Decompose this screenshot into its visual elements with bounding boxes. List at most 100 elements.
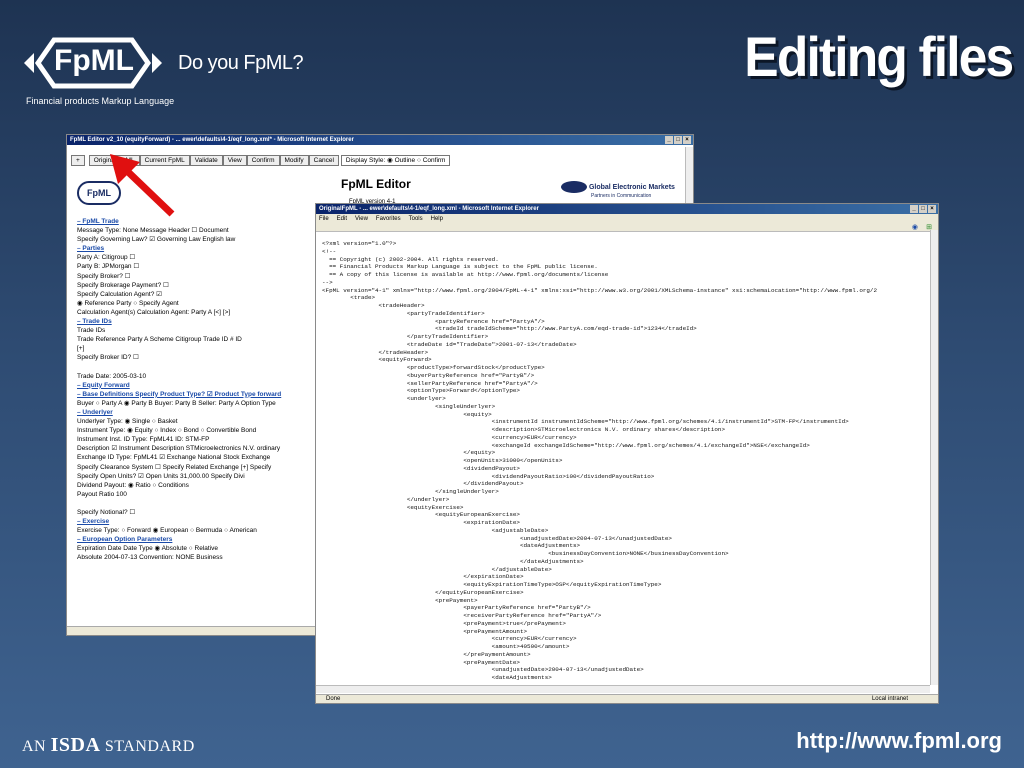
editor-form-line[interactable]: Specify Brokerage Payment? ☐	[77, 281, 317, 290]
status-done: Done	[326, 696, 341, 702]
xml-line: <dividendPayoutRatio>100</dividendPayout…	[322, 472, 655, 480]
menu-edit[interactable]: Edit	[337, 216, 347, 222]
editor-form-line[interactable]: Trade IDs	[77, 326, 317, 335]
xml-line: <unadjustedDate>2004-07-13</unadjustedDa…	[322, 666, 644, 674]
editor-form-line[interactable]: Buyer ○ Party A ◉ Party B Buyer: Party B…	[77, 399, 317, 408]
xml-line: <description>STMicroelectronics N.V. ord…	[322, 426, 725, 433]
maximize-icon[interactable]: □	[919, 205, 927, 213]
tagline: Do you FpML?	[178, 52, 304, 74]
editor-form: – FpML Trade Message Type: None Message H…	[77, 217, 317, 563]
partner-logo: Global Electronic Markets Partners in Co…	[561, 181, 675, 199]
xml-line: </expirationDate>	[322, 573, 524, 581]
editor-form-line[interactable]: Specify Calculation Agent? ☑	[77, 290, 317, 299]
editor-form-line[interactable]: – European Option Parameters	[77, 535, 317, 544]
editor-form-line[interactable]: – Base Definitions Specify Product Type?…	[77, 390, 317, 399]
editor-form-line[interactable]: Trade Reference Party A Scheme Citigroup…	[77, 335, 317, 344]
isda-prefix: AN	[22, 738, 47, 755]
editor-form-line[interactable]: Instrument Type: ◉ Equity ○ Index ○ Bond…	[77, 426, 317, 435]
original-scrollbar-vertical[interactable]	[930, 230, 938, 685]
isda-standard: AN ISDA STANDARD	[22, 734, 195, 757]
footer-url[interactable]: http://www.fpml.org	[796, 728, 1002, 754]
editor-form-line[interactable]: – Parties	[77, 244, 317, 253]
editor-form-line[interactable]: Description ☑ Instrument Description STM…	[77, 444, 317, 453]
toolbar-view-button[interactable]: View	[222, 155, 247, 166]
partner-sub: Partners in Communication	[591, 193, 652, 199]
editor-form-line[interactable]: ◉ Reference Party ○ Specify Agent	[77, 299, 317, 308]
editor-form-line[interactable]	[77, 363, 317, 372]
toolbar-confirm-button[interactable]: Confirm	[246, 155, 280, 166]
close-icon[interactable]: ×	[683, 136, 691, 144]
toolbar-expand-button[interactable]: +	[71, 155, 85, 166]
display-outline-radio[interactable]: Outline	[395, 157, 416, 164]
xml-line: -->	[322, 278, 333, 286]
editor-form-line[interactable]: Dividend Payout: ◉ Ratio ○ Conditions	[77, 481, 317, 490]
display-style-label: Display Style:	[345, 157, 386, 164]
editor-form-line[interactable]: Exchange ID Type: FpML41 ☑ Exchange Nati…	[77, 453, 317, 462]
editor-form-line[interactable]: Party A: Citigroup ☐	[77, 253, 317, 262]
logo-text: FpML	[54, 44, 134, 77]
xml-line: </prePaymentAmount>	[322, 650, 531, 658]
xml-line: <currency>EUR</currency>	[322, 635, 577, 643]
xml-line: </underlyer>	[322, 495, 450, 503]
ie-icon[interactable]: ◉	[912, 223, 918, 231]
editor-form-line[interactable]: Absolute 2004-07-13 Convention: NONE Bus…	[77, 553, 317, 562]
editor-form-line[interactable]: Instrument Inst. ID Type: FpML41 ID: STM…	[77, 435, 317, 444]
xml-line: </equity>	[322, 449, 496, 457]
editor-form-line[interactable]	[77, 499, 317, 508]
xml-line: <equityExercise>	[322, 503, 464, 511]
toolbar-validate-button[interactable]: Validate	[189, 155, 223, 166]
partner-name: Global Electronic Markets	[588, 183, 675, 191]
xml-line: <dateAdjustments>	[322, 674, 552, 681]
editor-form-line[interactable]: Payout Ratio 100	[77, 490, 317, 499]
original-statusbar: Done Local intranet	[316, 694, 938, 703]
xml-line: <prePaymentDate>	[322, 658, 520, 666]
menu-view[interactable]: View	[355, 216, 368, 222]
original-scrollbar-horizontal[interactable]	[316, 685, 930, 693]
editor-form-line[interactable]: – Underlyer	[77, 408, 317, 417]
editor-form-line[interactable]: Calculation Agent(s) Calculation Agent: …	[77, 308, 317, 317]
xml-line: </partyTradeIdentifier>	[322, 333, 489, 340]
menu-favorites[interactable]: Favorites	[376, 216, 401, 222]
xml-line: == A copy of this license is available a…	[322, 271, 609, 278]
editor-form-line[interactable]: – Equity Forward	[77, 381, 317, 390]
menu-help[interactable]: Help	[431, 216, 443, 222]
minimize-icon[interactable]: _	[665, 136, 673, 144]
editor-form-line[interactable]: Underlyer Type: ◉ Single ○ Basket	[77, 417, 317, 426]
xml-line: <instrumentId instrumentIdScheme="http:/…	[322, 418, 849, 426]
minimize-icon[interactable]: _	[910, 205, 918, 213]
editor-form-line[interactable]: – Trade IDs	[77, 317, 317, 326]
editor-form-line[interactable]: Specify Open Units? ☑ Open Units 31,000.…	[77, 472, 317, 481]
editor-form-line[interactable]: Specify Broker ID? ☐	[77, 353, 317, 362]
xml-line: <businessDayConvention>NONE</businessDay…	[322, 550, 729, 557]
isda-word: ISDA	[50, 734, 101, 756]
xml-line: <equityExpirationTimeType>OSP</equityExp…	[322, 581, 662, 588]
toolbar-cancel-button[interactable]: Cancel	[308, 155, 339, 166]
menu-tools[interactable]: Tools	[409, 216, 423, 222]
editor-form-line[interactable]: Party B: JPMorgan ☐	[77, 262, 317, 271]
editor-title: FpML Editor v2_10 (equityForward) - ... …	[70, 137, 354, 143]
menu-file[interactable]: File	[319, 216, 329, 222]
xml-line: <prePayment>true</prePayment>	[322, 619, 566, 627]
editor-form-line[interactable]: Exercise Type: ○ Forward ◉ European ○ Be…	[77, 526, 317, 535]
editor-form-line[interactable]: Specify Clearance System ☐ Specify Relat…	[77, 463, 317, 472]
globe-icon	[561, 181, 587, 193]
editor-form-line[interactable]: Specify Governing Law? ☑ Governing Law E…	[77, 235, 317, 244]
editor-titlebar[interactable]: FpML Editor v2_10 (equityForward) - ... …	[67, 135, 693, 145]
toolbar-modify-button[interactable]: Modify	[279, 155, 309, 166]
maximize-icon[interactable]: □	[674, 136, 682, 144]
close-icon[interactable]: ×	[928, 205, 936, 213]
editor-form-line[interactable]: [+]	[77, 344, 317, 353]
xml-line: <underlyer>	[322, 395, 446, 402]
editor-form-line[interactable]: Expiration Date Date Type ◉ Absolute ○ R…	[77, 544, 317, 553]
original-titlebar[interactable]: OriginalFpML - ... ewer\defaults\4-1/eqf…	[316, 204, 938, 214]
editor-form-line[interactable]: Trade Date: 2005-03-10	[77, 372, 317, 381]
xml-line: <tradeHeader>	[322, 302, 425, 309]
xml-line: == Copyright (c) 2002-2004. All rights r…	[322, 255, 499, 263]
editor-form-line[interactable]: Message Type: None Message Header ☐ Docu…	[77, 226, 317, 235]
editor-form-line[interactable]: – Exercise	[77, 517, 317, 526]
editor-form-line[interactable]: Specify Notional? ☐	[77, 508, 317, 517]
display-confirm-radio[interactable]: Confirm	[423, 157, 446, 164]
xml-line: <unadjustedDate>2004-07-13</unadjustedDa…	[322, 534, 672, 542]
editor-form-line[interactable]: Specify Broker? ☐	[77, 272, 317, 281]
display-style-group: Display Style: ◉ Outline ○ Confirm	[340, 155, 451, 166]
